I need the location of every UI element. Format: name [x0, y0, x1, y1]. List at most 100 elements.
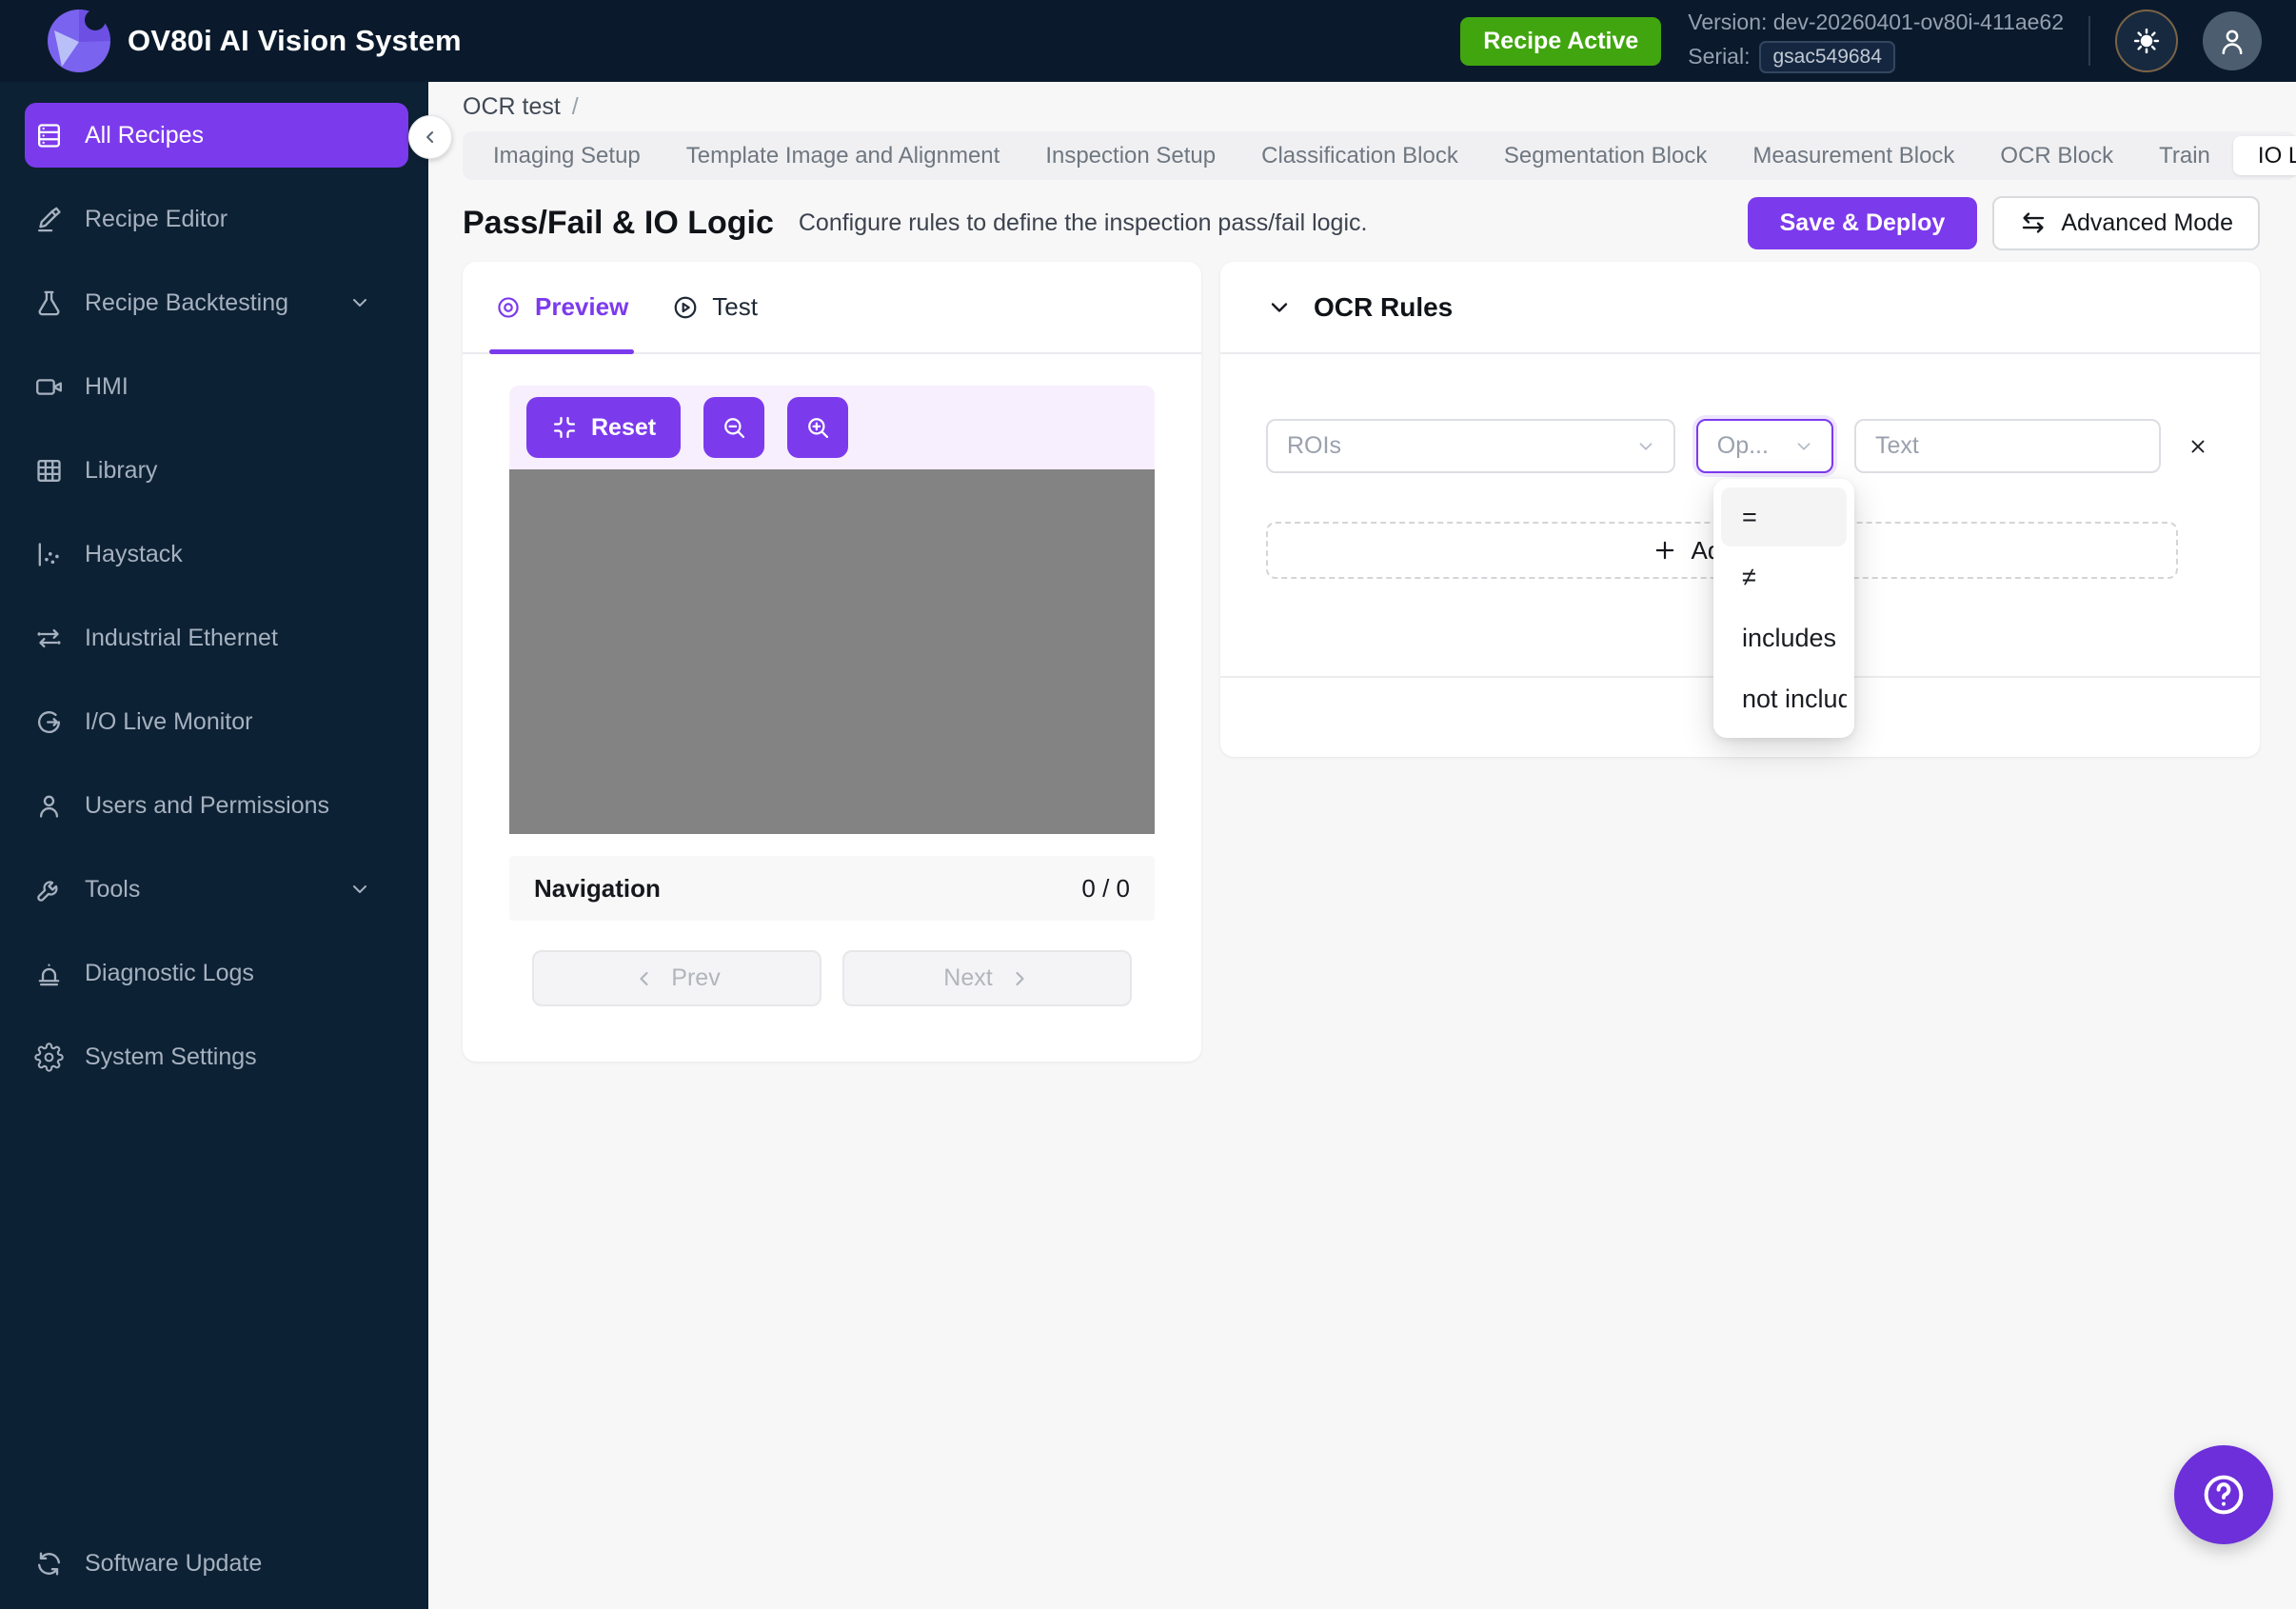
- sidebar-item-recipe-editor[interactable]: Recipe Editor: [0, 177, 428, 261]
- close-icon: [2191, 440, 2205, 452]
- operator-select-placeholder: Op...: [1716, 432, 1769, 459]
- next-label: Next: [943, 964, 993, 991]
- sidebar-item-recipe-backtesting[interactable]: Recipe Backtesting: [0, 261, 428, 345]
- remove-rule-button[interactable]: [2182, 430, 2214, 463]
- zoom-out-icon: [724, 418, 745, 439]
- ocr-rules-title: OCR Rules: [1314, 291, 1454, 322]
- pager-row: Prev Next: [509, 950, 1155, 1006]
- io-monitor-icon: [38, 710, 60, 733]
- camera-icon: [36, 378, 62, 395]
- sidebar-item-all-recipes[interactable]: All Recipes: [25, 103, 408, 168]
- app-root: OV80i AI Vision System Recipe Active Ver…: [0, 0, 2296, 1609]
- sidebar-item-industrial-ethernet[interactable]: Industrial Ethernet: [0, 596, 428, 680]
- roi-select-placeholder: ROIs: [1287, 432, 1341, 459]
- swap-arrows-icon: [2023, 212, 2045, 233]
- tab-inspection-setup[interactable]: Inspection Setup: [1022, 143, 1238, 169]
- preview-tabs: Preview Test: [463, 262, 1201, 354]
- tab-classification-block[interactable]: Classification Block: [1238, 143, 1481, 169]
- reset-view-button[interactable]: Reset: [526, 397, 682, 458]
- sidebar-item-haystack[interactable]: Haystack: [0, 512, 428, 596]
- fit-view-icon: [553, 416, 576, 439]
- sidebar-item-label: Recipe Backtesting: [85, 288, 289, 316]
- recipes-icon: [38, 123, 60, 148]
- preview-image-canvas[interactable]: [509, 469, 1155, 834]
- navigation-label: Navigation: [534, 873, 661, 903]
- sidebar-item-label: Tools: [85, 875, 141, 903]
- operator-option-includes[interactable]: includes: [1721, 607, 1847, 668]
- sidebar-item-label: Software Update: [85, 1549, 263, 1577]
- theme-toggle-button[interactable]: [2115, 10, 2178, 72]
- roi-select[interactable]: ROIs: [1266, 419, 1675, 473]
- prev-button[interactable]: Prev: [532, 950, 821, 1006]
- plus-icon: [1655, 541, 1673, 560]
- sidebar-item-hmi[interactable]: HMI: [0, 345, 428, 428]
- sidebar-item-label: Industrial Ethernet: [85, 624, 278, 651]
- header: OV80i AI Vision System Recipe Active Ver…: [0, 0, 2296, 82]
- recipe-active-badge: Recipe Active: [1460, 16, 1662, 66]
- operator-option-not-includes[interactable]: not includes: [1721, 668, 1847, 729]
- tab-io-logic[interactable]: IO Logic: [2232, 136, 2296, 175]
- tab-test[interactable]: Test: [670, 262, 760, 352]
- navigation-bar: Navigation 0 / 0: [509, 856, 1155, 921]
- sidebar-item-label: All Recipes: [85, 121, 205, 149]
- sidebar-item-users-permissions[interactable]: Users and Permissions: [0, 764, 428, 847]
- sidebar-collapse-button[interactable]: [408, 115, 452, 159]
- edit-icon: [38, 207, 61, 231]
- operator-select[interactable]: Op...: [1695, 419, 1833, 473]
- tab-ocr-block[interactable]: OCR Block: [1977, 143, 2136, 169]
- sidebar-item-software-update[interactable]: Software Update: [0, 1521, 428, 1605]
- preview-body: Reset Navigation 0 / 0 Prev Next: [463, 354, 1201, 1006]
- wrench-icon: [37, 880, 58, 902]
- block-tabbar: Imaging Setup Template Image and Alignme…: [463, 131, 2296, 180]
- navigation-count: 0 / 0: [1081, 873, 1130, 903]
- operator-dropdown-menu: = ≠ includes not includes: [1713, 479, 1854, 738]
- save-deploy-button[interactable]: Save & Deploy: [1747, 196, 1978, 249]
- sidebar-item-io-live-monitor[interactable]: I/O Live Monitor: [0, 680, 428, 764]
- next-button[interactable]: Next: [842, 950, 1132, 1006]
- breadcrumb: OCR test /: [463, 91, 2296, 122]
- header-divider: [2088, 16, 2090, 66]
- breadcrumb-recipe[interactable]: OCR test: [463, 93, 561, 121]
- serial-row: Serial: gsac549684: [1688, 40, 2064, 73]
- user-icon: [39, 795, 59, 818]
- breadcrumb-separator: /: [571, 92, 579, 120]
- rule-row: ROIs Op...: [1266, 419, 2214, 473]
- ocr-rules-header[interactable]: OCR Rules: [1220, 262, 2260, 354]
- tab-train[interactable]: Train: [2136, 143, 2233, 169]
- tab-segmentation-block[interactable]: Segmentation Block: [1481, 143, 1730, 169]
- sidebar-item-label: Haystack: [85, 540, 183, 567]
- page-title: Pass/Fail & IO Logic: [463, 204, 774, 241]
- user-icon: [2222, 30, 2243, 55]
- save-deploy-label: Save & Deploy: [1779, 209, 1946, 236]
- zoom-in-button[interactable]: [787, 397, 849, 458]
- sidebar-item-label: Recipe Editor: [85, 205, 228, 232]
- rule-text-input[interactable]: [1854, 419, 2161, 473]
- sidebar-item-system-settings[interactable]: System Settings: [0, 1015, 428, 1099]
- chevron-down-icon: [1797, 442, 1811, 450]
- sidebar-item-label: HMI: [85, 372, 129, 400]
- sidebar-item-label: Users and Permissions: [85, 791, 330, 819]
- advanced-mode-button[interactable]: Advanced Mode: [1992, 195, 2260, 250]
- zoom-out-button[interactable]: [703, 397, 765, 458]
- user-avatar[interactable]: [2203, 11, 2262, 70]
- tab-imaging-setup[interactable]: Imaging Setup: [470, 143, 663, 169]
- tab-preview[interactable]: Preview: [488, 262, 635, 354]
- help-button[interactable]: [2174, 1445, 2273, 1544]
- refresh-icon: [38, 1551, 60, 1576]
- operator-option-not-equals[interactable]: ≠: [1721, 546, 1847, 607]
- reset-label: Reset: [591, 413, 657, 441]
- serial-value: gsac549684: [1759, 40, 1895, 73]
- sidebar-item-tools[interactable]: Tools: [0, 847, 428, 931]
- chevron-down-icon: [1639, 442, 1653, 450]
- tab-preview-label: Preview: [535, 292, 629, 321]
- serial-label: Serial:: [1688, 44, 1751, 69]
- operator-option-equals[interactable]: =: [1721, 487, 1847, 546]
- sidebar-item-diagnostic-logs[interactable]: Diagnostic Logs: [0, 931, 428, 1015]
- tab-template-image-alignment[interactable]: Template Image and Alignment: [663, 143, 1023, 169]
- sidebar-item-library[interactable]: Library: [0, 428, 428, 512]
- zoom-in-icon: [808, 418, 829, 439]
- main-content: OCR test / Imaging Setup Template Image …: [463, 82, 2296, 1609]
- page-title-row: Pass/Fail & IO Logic Configure rules to …: [463, 195, 2260, 250]
- tab-measurement-block[interactable]: Measurement Block: [1730, 143, 1977, 169]
